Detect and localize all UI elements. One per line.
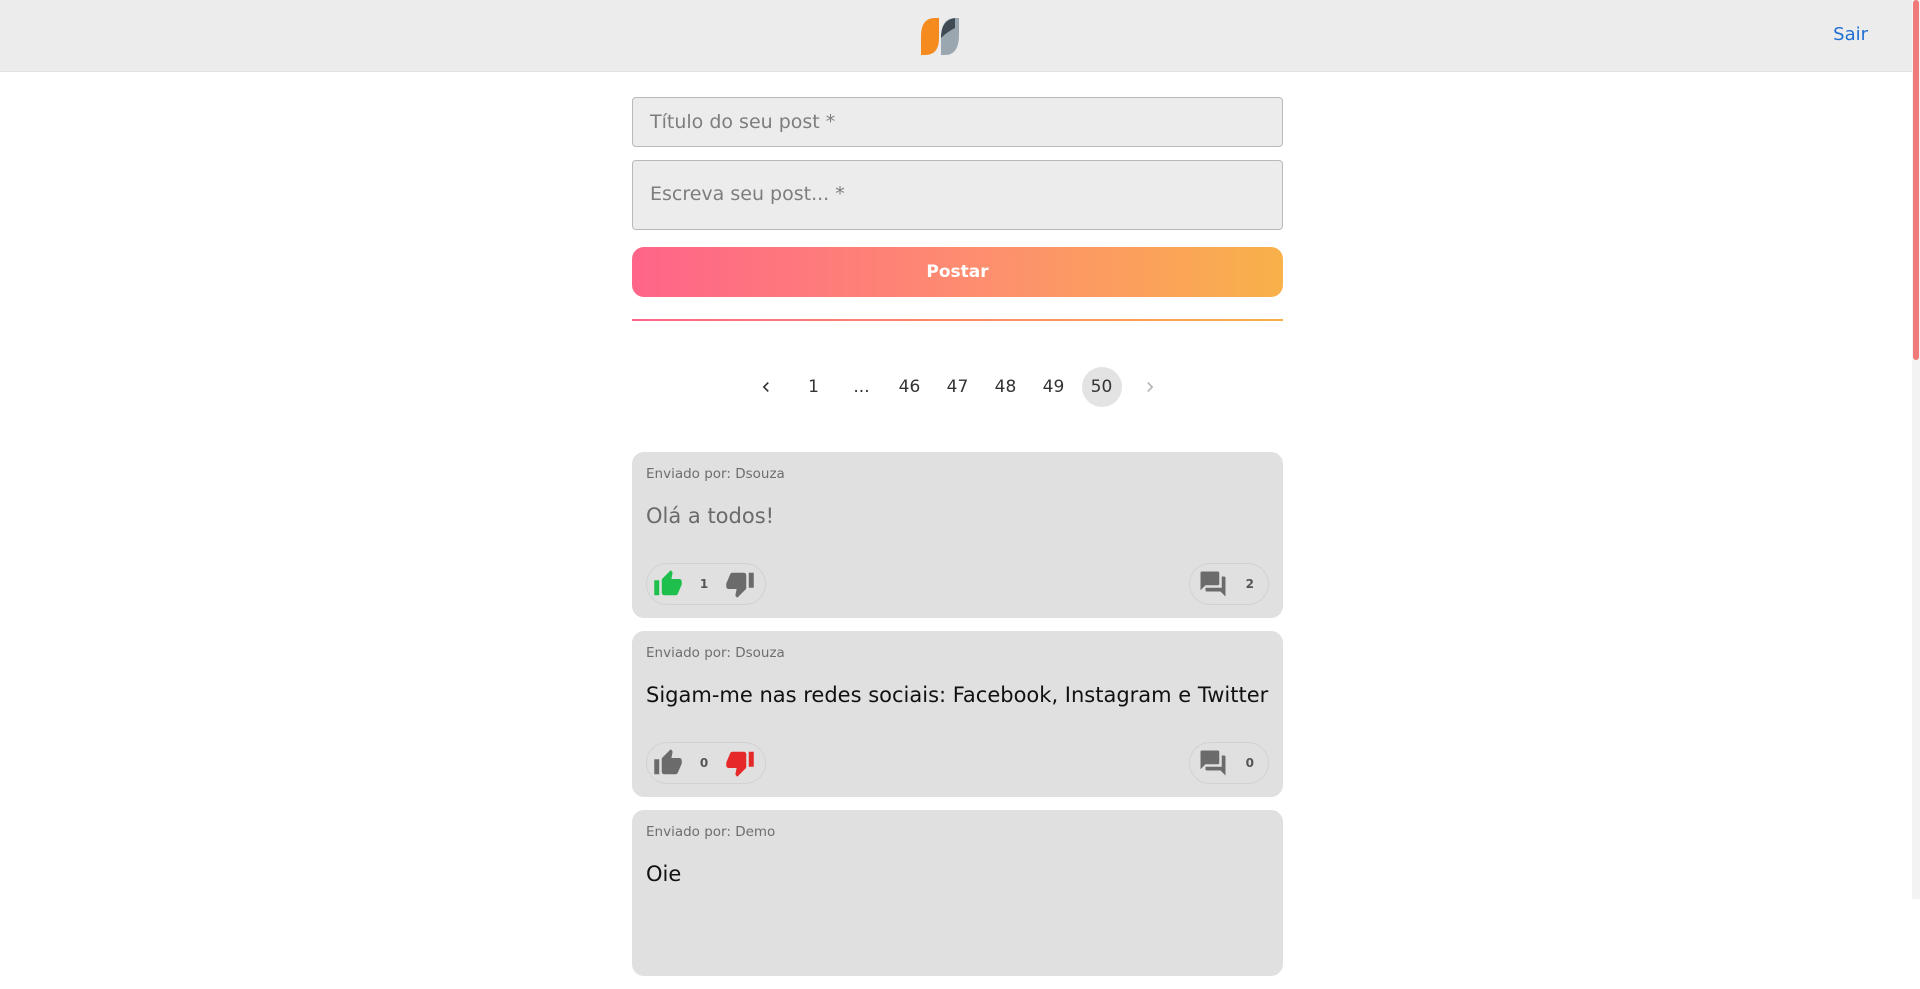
page-scrollbar[interactable]: [1912, 0, 1920, 899]
post-title[interactable]: Oie: [646, 862, 1269, 886]
dislike-button[interactable]: [723, 746, 757, 780]
thumb-up-icon: [654, 749, 682, 775]
comments-icon: [1200, 750, 1226, 776]
post-card[interactable]: Enviado por: Dsouza Sigam-me nas redes s…: [632, 631, 1283, 797]
app-header: Sair: [0, 0, 1920, 72]
comments-button[interactable]: 0: [1189, 742, 1269, 784]
comment-count: 2: [1245, 577, 1254, 591]
post-author: Enviado por: Dsouza: [646, 645, 785, 661]
previous-page-button[interactable]: [746, 367, 786, 407]
post-list: Enviado por: Dsouza Olá a todos! 1 2 Env…: [632, 452, 1283, 976]
page-ellipsis: ...: [853, 377, 870, 397]
vote-count: 1: [699, 577, 709, 591]
thumb-up-icon: [654, 570, 682, 596]
page-button-48[interactable]: 48: [986, 367, 1026, 407]
dislike-button[interactable]: [723, 567, 757, 601]
post-author: Enviado por: Demo: [646, 824, 776, 840]
post-author: Enviado por: Dsouza: [646, 466, 785, 482]
post-title[interactable]: Sigam-me nas redes sociais: Facebook, In…: [646, 683, 1269, 707]
next-page-button[interactable]: [1130, 367, 1170, 407]
post-card[interactable]: Enviado por: Dsouza Olá a todos! 1 2: [632, 452, 1283, 618]
vote-count: 0: [699, 756, 709, 770]
comment-count: 0: [1245, 756, 1254, 770]
thumb-down-icon: [726, 572, 754, 598]
pagination: 1 ... 46 47 48 49 50: [632, 367, 1283, 407]
chevron-right-icon: [1146, 382, 1153, 392]
scrollbar-thumb[interactable]: [1913, 0, 1919, 360]
logout-link[interactable]: Sair: [1833, 24, 1868, 45]
page-button-46[interactable]: 46: [890, 367, 930, 407]
page-button-1[interactable]: 1: [794, 367, 834, 407]
vote-controls: 0: [646, 742, 766, 784]
post-card[interactable]: Enviado por: Demo Oie: [632, 810, 1283, 976]
comments-button[interactable]: 2: [1189, 563, 1269, 605]
like-button[interactable]: [651, 746, 685, 780]
page-button-47[interactable]: 47: [938, 367, 978, 407]
post-title-input[interactable]: [632, 97, 1283, 147]
submit-post-button[interactable]: Postar: [632, 247, 1283, 297]
thumb-down-icon: [726, 751, 754, 777]
chevron-left-icon: [762, 382, 769, 392]
post-body-input[interactable]: [632, 160, 1283, 230]
post-title[interactable]: Olá a todos!: [646, 504, 1269, 528]
vote-controls: 1: [646, 563, 766, 605]
main-content: Postar 1 ... 46 47 48 49 50 Enviado por:…: [632, 97, 1283, 989]
page-button-49[interactable]: 49: [1034, 367, 1074, 407]
app-logo[interactable]: [921, 18, 959, 55]
comments-icon: [1200, 571, 1226, 597]
page-button-50-current[interactable]: 50: [1081, 367, 1122, 407]
like-button[interactable]: [651, 567, 685, 601]
gradient-divider: [632, 319, 1283, 321]
